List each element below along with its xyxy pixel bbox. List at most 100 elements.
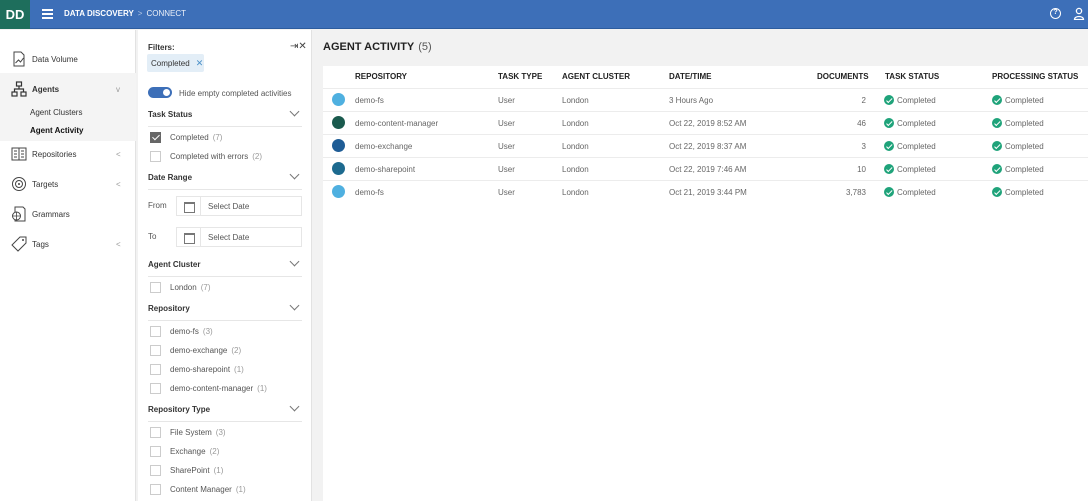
section-repository-type[interactable]: Repository Type <box>148 400 302 422</box>
cell-task-type: User <box>498 119 515 128</box>
user-icon[interactable] <box>1073 7 1085 20</box>
cell-task-status: Completed <box>884 118 936 128</box>
breadcrumb-connect[interactable]: CONNECT <box>146 9 186 18</box>
sidebar-item-targets[interactable]: Targets < <box>0 169 136 199</box>
cell-agent-cluster: London <box>562 96 589 105</box>
checkbox[interactable] <box>150 426 161 438</box>
option-label: demo-sharepoint <box>170 364 231 374</box>
to-date-field[interactable] <box>176 227 302 247</box>
from-date-input[interactable] <box>201 197 301 215</box>
table-row[interactable]: demo-exchange User London Oct 22, 2019 8:37… <box>323 134 1088 157</box>
cell-datetime: Oct 21, 2019 3:44 PM <box>669 188 747 197</box>
chevron-down-icon[interactable] <box>289 169 300 180</box>
checkbox[interactable] <box>150 363 161 375</box>
column-header-task-type[interactable]: TASK TYPE <box>498 72 542 81</box>
check-circle-icon <box>884 95 894 105</box>
check-circle-icon <box>884 164 894 174</box>
filter-option-file-system[interactable]: File System (3) <box>150 426 226 438</box>
filter-option-completed[interactable]: Completed (7) <box>150 131 222 143</box>
status-text: Completed <box>1005 95 1044 105</box>
sidebar-item-data-volume[interactable]: Data Volume <box>0 44 136 74</box>
chevron-down-icon[interactable] <box>289 106 300 117</box>
filter-option-exchange[interactable]: Exchange (2) <box>150 445 219 457</box>
column-header-documents[interactable]: DOCUMENTS <box>817 72 869 81</box>
collapse-filters-icon[interactable]: ⇥✕ <box>290 41 307 52</box>
section-repository[interactable]: Repository <box>148 299 302 321</box>
from-label: From <box>148 201 167 210</box>
filter-option-london[interactable]: London (7) <box>150 281 210 293</box>
checkbox[interactable] <box>150 281 161 293</box>
sidebar-item-agents[interactable]: Agents v <box>0 74 136 104</box>
checkbox[interactable] <box>150 464 161 476</box>
column-header-task-status[interactable]: TASK STATUS <box>885 72 939 81</box>
section-title: Repository Type <box>148 405 211 414</box>
column-header-datetime[interactable]: DATE/TIME <box>669 72 712 81</box>
checkbox[interactable] <box>150 325 161 337</box>
sidebar-item-grammars[interactable]: Grammars <box>0 199 136 229</box>
table-row[interactable]: demo-content-manager User London Oct 22, 20… <box>323 111 1088 134</box>
checkbox[interactable] <box>150 344 161 356</box>
sidebar-item-repositories[interactable]: Repositories < <box>0 139 136 169</box>
cell-agent-cluster: London <box>562 142 589 151</box>
column-header-processing-status[interactable]: PROCESSING STATUS <box>992 72 1078 81</box>
filters-panel: Filters: ⇥✕ Completed ✕ Hide empty compl… <box>138 30 312 501</box>
help-icon[interactable]: ? <box>1050 8 1061 19</box>
filter-option-demo-fs[interactable]: demo-fs (3) <box>150 325 213 337</box>
table-row[interactable]: demo-fs User London 3 Hours Ago 2 Completed Co… <box>323 88 1088 111</box>
section-date-range[interactable]: Date Range <box>148 168 302 190</box>
sidebar-item-label: Tags <box>32 239 49 249</box>
section-agent-cluster[interactable]: Agent Cluster <box>148 255 302 277</box>
app-logo[interactable]: DD <box>0 0 30 29</box>
to-date-input[interactable] <box>201 228 301 246</box>
check-circle-icon <box>992 164 1002 174</box>
filter-option-content-manager[interactable]: Content Manager (1) <box>150 483 246 495</box>
sidebar-subitem-agent-activity[interactable]: Agent Activity <box>30 126 84 135</box>
sidebar-item-tags[interactable]: Tags < <box>0 229 136 259</box>
exchange-repository-icon <box>332 139 345 152</box>
remove-chip-icon[interactable]: ✕ <box>196 58 204 69</box>
calendar-icon[interactable] <box>177 228 201 246</box>
menu-icon[interactable] <box>42 9 53 19</box>
checkbox[interactable] <box>150 445 161 457</box>
hide-empty-toggle[interactable] <box>148 87 172 98</box>
cell-repository[interactable]: demo-sharepoint <box>355 165 415 174</box>
filter-option-sharepoint[interactable]: SharePoint (1) <box>150 464 223 476</box>
chevron-left-icon: < <box>116 149 121 159</box>
filter-option-demo-sharepoint[interactable]: demo-sharepoint (1) <box>150 363 244 375</box>
filter-option-completed-with-errors[interactable]: Completed with errors (2) <box>150 150 262 162</box>
filter-option-demo-exchange[interactable]: demo-exchange (2) <box>150 344 241 356</box>
status-text: Completed <box>1005 187 1044 197</box>
breadcrumb-data-discovery[interactable]: DATA DISCOVERY <box>64 9 134 18</box>
cell-repository[interactable]: demo-fs <box>355 188 384 197</box>
cell-repository[interactable]: demo-content-manager <box>355 119 438 128</box>
chevron-down-icon[interactable] <box>289 401 300 412</box>
check-circle-icon <box>884 141 894 151</box>
cell-repository[interactable]: demo-exchange <box>355 142 412 151</box>
table-row[interactable]: demo-fs User London Oct 21, 2019 3:44 PM 3,7… <box>323 180 1088 203</box>
checkbox[interactable] <box>150 483 161 495</box>
checkbox[interactable] <box>150 382 161 394</box>
file-system-repository-icon <box>332 185 345 198</box>
cell-task-status: Completed <box>884 141 936 151</box>
cell-documents: 3,783 <box>845 188 866 197</box>
section-task-status[interactable]: Task Status <box>148 105 302 127</box>
column-header-repository[interactable]: REPOSITORY <box>355 72 407 81</box>
filter-option-demo-content-manager[interactable]: demo-content-manager (1) <box>150 382 267 394</box>
checkbox[interactable] <box>150 150 161 162</box>
chevron-down-icon[interactable] <box>289 300 300 311</box>
column-header-agent-cluster[interactable]: AGENT CLUSTER <box>562 72 630 81</box>
calendar-icon[interactable] <box>177 197 201 215</box>
table-row[interactable]: demo-sharepoint User London Oct 22, 2019 7:… <box>323 157 1088 180</box>
chevron-down-icon[interactable] <box>289 256 300 267</box>
cell-task-type: User <box>498 188 515 197</box>
sidebar-subitem-agent-clusters[interactable]: Agent Clusters <box>30 108 82 117</box>
cell-repository[interactable]: demo-fs <box>355 96 384 105</box>
cell-datetime: Oct 22, 2019 8:37 AM <box>669 142 747 151</box>
option-label: Completed with errors <box>170 151 249 161</box>
page-title: AGENT ACTIVITY (5) <box>323 41 432 53</box>
from-date-field[interactable] <box>176 196 302 216</box>
cell-task-type: User <box>498 165 515 174</box>
section-title: Repository <box>148 304 190 313</box>
option-count: (2) <box>209 446 220 456</box>
checkbox[interactable] <box>150 131 161 143</box>
